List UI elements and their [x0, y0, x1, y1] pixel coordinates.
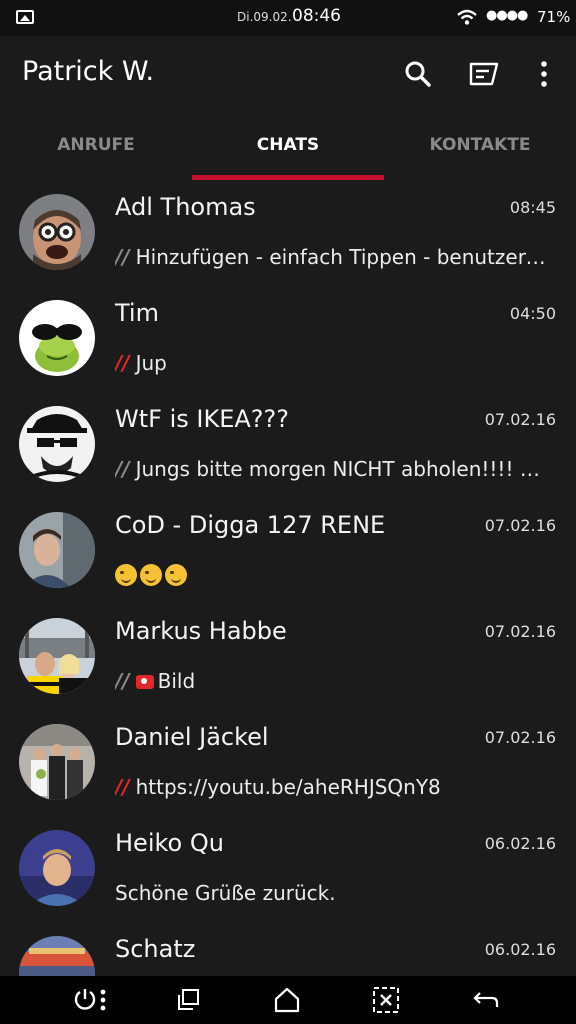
sent-ticks-icon: //: [115, 457, 130, 481]
chat-row[interactable]: Markus Habbe 07.02.16 // Bild: [0, 604, 576, 710]
chat-name: CoD - Digga 127 RENE: [115, 511, 386, 539]
more-icon: [541, 61, 547, 87]
recent-apps-icon: [178, 989, 199, 1010]
app-header: Patrick W.: [0, 36, 576, 116]
battery-level: 71%: [537, 8, 571, 26]
chat-name: Schatz: [115, 935, 196, 963]
avatar: [19, 194, 95, 270]
last-message: Bild: [157, 669, 196, 693]
power-menu-button[interactable]: [70, 984, 110, 1016]
chat-name: Tim: [115, 299, 159, 327]
last-message: https://youtu.be/aheRHJSQnY8: [135, 775, 441, 799]
tab-bar: ANRUFE CHATS KONTAKTE: [0, 116, 576, 180]
chat-time: 07.02.16: [484, 410, 556, 429]
camera-icon: [135, 675, 154, 689]
chat-row[interactable]: Schatz 06.02.16: [0, 922, 576, 976]
new-chat-button[interactable]: [466, 56, 502, 92]
status-bar: Di.09.02. 08:46 ●●●● 71%: [0, 0, 576, 36]
status-date: Di.09.02.: [237, 10, 292, 24]
back-icon: [473, 992, 499, 1007]
avatar: [19, 724, 95, 800]
last-message: Schöne Grüße zurück.: [115, 881, 336, 905]
avatar: [19, 936, 95, 976]
tab-anrufe[interactable]: ANRUFE: [0, 116, 192, 180]
chat-name: Daniel Jäckel: [115, 723, 269, 751]
chat-preview: //Jungs bitte morgen NICHT abholen!!!! M…: [115, 457, 555, 481]
close-app-button[interactable]: [366, 984, 406, 1016]
power-menu-icon: [74, 989, 106, 1011]
wifi-icon: [457, 9, 477, 25]
chat-row[interactable]: WtF is IKEA??? 07.02.16 //Jungs bitte mo…: [0, 392, 576, 498]
winking-emoji-icon: [165, 564, 187, 586]
chat-time: 07.02.16: [484, 516, 556, 535]
chat-name: Markus Habbe: [115, 617, 287, 645]
chat-preview: [115, 563, 555, 587]
chat-list[interactable]: Adl Thomas 08:45 //Hinzufügen - einfach …: [0, 180, 576, 976]
avatar: [19, 512, 95, 588]
last-message: Jup: [135, 351, 167, 375]
chat-name: WtF is IKEA???: [115, 405, 289, 433]
tab-chats[interactable]: CHATS: [192, 116, 384, 180]
chat-preview: //https://youtu.be/aheRHJSQnY8: [115, 775, 555, 799]
chat-name: Heiko Qu: [115, 829, 224, 857]
chat-preview: //Jup: [115, 351, 555, 375]
search-button[interactable]: [400, 56, 436, 92]
chat-name: Adl Thomas: [115, 193, 256, 221]
chat-time: 06.02.16: [484, 940, 556, 959]
read-ticks-icon: //: [115, 351, 130, 375]
close-app-icon: [373, 987, 399, 1013]
last-message: Hinzufügen - einfach Tippen - benutzerde…: [135, 245, 555, 269]
chat-time: 07.02.16: [484, 622, 556, 641]
gallery-notification-icon: [16, 10, 34, 24]
avatar: [19, 300, 95, 376]
compose-icon: [469, 62, 499, 86]
chat-row[interactable]: Tim 04:50 //Jup: [0, 286, 576, 392]
chat-row[interactable]: Heiko Qu 06.02.16 Schöne Grüße zurück.: [0, 816, 576, 922]
chat-row[interactable]: CoD - Digga 127 RENE 07.02.16: [0, 498, 576, 604]
read-ticks-icon: //: [115, 775, 130, 799]
winking-emoji-icon: [115, 564, 137, 586]
chat-time: 04:50: [509, 304, 556, 323]
avatar: [19, 830, 95, 906]
recent-apps-button[interactable]: [168, 984, 208, 1016]
home-icon: [274, 987, 300, 1013]
tab-kontakte[interactable]: KONTAKTE: [384, 116, 576, 180]
chat-time: 06.02.16: [484, 834, 556, 853]
signal-strength-icon: ●●●●: [486, 8, 528, 23]
more-options-button[interactable]: [526, 56, 562, 92]
account-name: Patrick W.: [22, 56, 155, 87]
sent-ticks-icon: //: [115, 669, 130, 693]
last-message: Jungs bitte morgen NICHT abholen!!!! Mor…: [135, 457, 555, 481]
status-time: 08:46: [292, 6, 341, 26]
winking-emoji-icon: [140, 564, 162, 586]
chat-time: 08:45: [509, 198, 556, 217]
chat-time: 07.02.16: [484, 728, 556, 747]
chat-row[interactable]: Adl Thomas 08:45 //Hinzufügen - einfach …: [0, 180, 576, 286]
home-button[interactable]: [267, 984, 307, 1016]
chat-row[interactable]: Daniel Jäckel 07.02.16 //https://youtu.b…: [0, 710, 576, 816]
search-icon: [405, 61, 431, 87]
navigation-bar: [0, 976, 576, 1024]
back-button[interactable]: [466, 984, 506, 1016]
avatar: [19, 618, 95, 694]
chat-preview: //Hinzufügen - einfach Tippen - benutzer…: [115, 245, 555, 269]
sent-ticks-icon: //: [115, 245, 130, 269]
chat-preview: // Bild: [115, 669, 555, 693]
chat-preview: Schöne Grüße zurück.: [115, 881, 555, 905]
avatar: [19, 406, 95, 482]
